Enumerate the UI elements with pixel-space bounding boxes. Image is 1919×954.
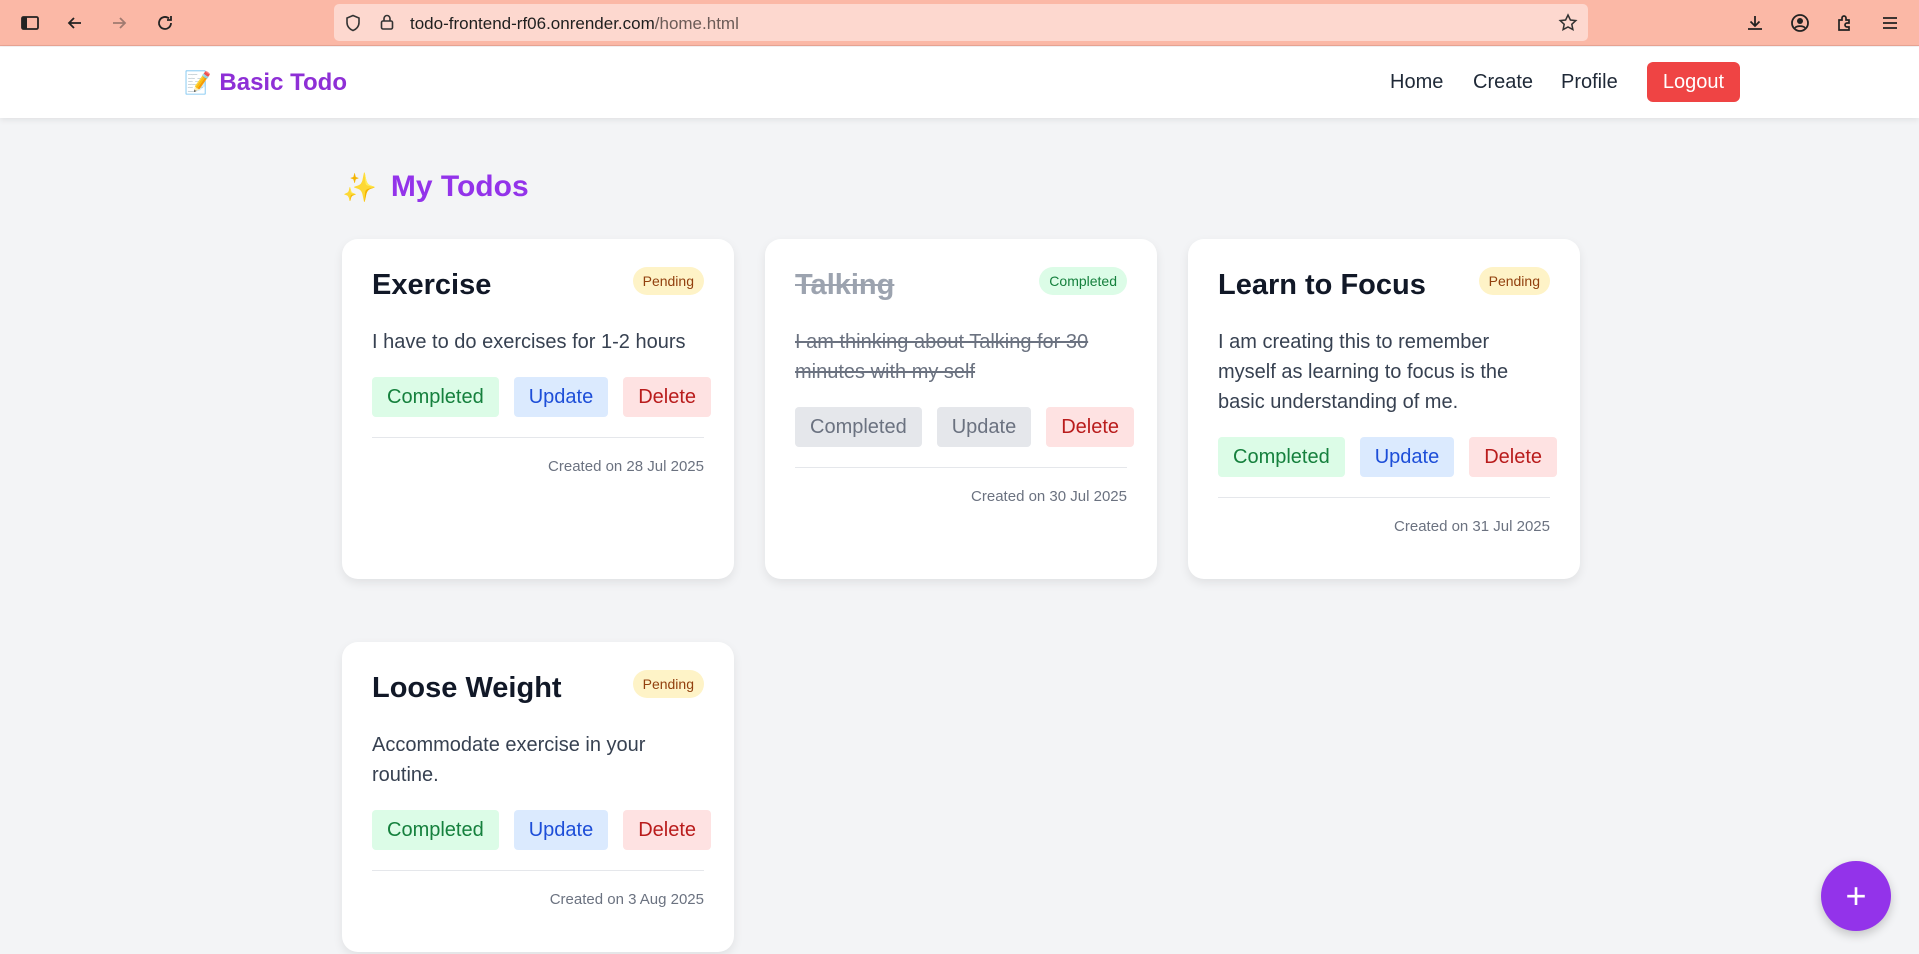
- lock-icon[interactable]: [378, 13, 396, 31]
- url-text: todo-frontend-rf06.onrender.com/home.htm…: [410, 14, 739, 34]
- update-button[interactable]: Update: [513, 377, 609, 417]
- download-icon[interactable]: [1740, 8, 1770, 38]
- page-title-text: My Todos: [390, 170, 529, 203]
- delete-button[interactable]: Delete: [623, 377, 712, 417]
- todo-card: Talking Completed I am thinking about Ta…: [765, 239, 1157, 579]
- bookmark-star-icon[interactable]: [1558, 13, 1578, 33]
- app-navbar: 📝 Basic Todo Home Create Profile Logout: [0, 47, 1919, 118]
- todo-description: I am creating this to remember myself as…: [1218, 331, 1509, 413]
- reload-icon[interactable]: [150, 8, 180, 38]
- created-date: Created on 31 Jul 2025: [1394, 518, 1550, 535]
- extensions-icon[interactable]: [1830, 8, 1860, 38]
- logout-button[interactable]: Logout: [1647, 62, 1740, 102]
- status-badge: Pending: [632, 670, 704, 698]
- mark-completed-button[interactable]: Completed: [1218, 437, 1345, 477]
- mark-completed-button[interactable]: Completed: [795, 407, 922, 447]
- menu-icon[interactable]: [1875, 8, 1905, 38]
- created-date: Created on 30 Jul 2025: [971, 488, 1127, 505]
- nav-link-home[interactable]: Home: [1390, 71, 1443, 94]
- delete-button[interactable]: Delete: [623, 810, 712, 850]
- card-divider: [372, 870, 704, 871]
- card-divider: [372, 437, 704, 438]
- delete-button[interactable]: Delete: [1046, 407, 1135, 447]
- forward-icon[interactable]: [104, 8, 134, 38]
- created-date: Created on 28 Jul 2025: [548, 458, 704, 475]
- url-host: todo-frontend-rf06.onrender.com: [410, 14, 655, 33]
- add-todo-button[interactable]: +: [1821, 861, 1891, 931]
- nav-link-profile[interactable]: Profile: [1561, 71, 1618, 94]
- todo-description: I have to do exercises for 1-2 hours: [372, 331, 686, 353]
- todo-description: Accommodate exercise in your routine.: [372, 734, 646, 786]
- todo-card: Loose Weight Pending Accommodate exercis…: [342, 642, 734, 952]
- browser-toolbar: todo-frontend-rf06.onrender.com/home.htm…: [0, 0, 1919, 46]
- shield-icon[interactable]: [344, 14, 362, 32]
- todo-description: I am thinking about Talking for 30 minut…: [795, 331, 1089, 383]
- page-title: ✨ My Todos: [342, 170, 529, 204]
- brand-logo[interactable]: 📝 Basic Todo: [184, 69, 347, 97]
- delete-button[interactable]: Delete: [1469, 437, 1558, 477]
- created-date: Created on 3 Aug 2025: [549, 891, 704, 908]
- address-bar[interactable]: todo-frontend-rf06.onrender.com/home.htm…: [334, 4, 1588, 41]
- todo-card: Exercise Pending I have to do exercises …: [342, 239, 734, 579]
- account-icon[interactable]: [1785, 8, 1815, 38]
- mark-completed-button[interactable]: Completed: [372, 810, 499, 850]
- memo-icon: 📝: [184, 70, 212, 95]
- sidebar-toggle-icon[interactable]: [15, 8, 45, 38]
- todo-card: Learn to Focus Pending I am creating thi…: [1188, 239, 1580, 579]
- update-button[interactable]: Update: [513, 810, 609, 850]
- update-button[interactable]: Update: [936, 407, 1032, 447]
- back-icon[interactable]: [60, 8, 90, 38]
- status-badge: Completed: [1039, 267, 1127, 295]
- status-badge: Pending: [632, 267, 704, 295]
- card-divider: [1218, 497, 1550, 498]
- sparkles-icon: ✨: [342, 171, 377, 203]
- brand-name: Basic Todo: [219, 69, 347, 96]
- update-button[interactable]: Update: [1359, 437, 1455, 477]
- mark-completed-button[interactable]: Completed: [372, 377, 499, 417]
- card-divider: [795, 467, 1127, 468]
- nav-link-create[interactable]: Create: [1473, 71, 1533, 94]
- url-path: /home.html: [654, 14, 739, 33]
- status-badge: Pending: [1478, 267, 1550, 295]
